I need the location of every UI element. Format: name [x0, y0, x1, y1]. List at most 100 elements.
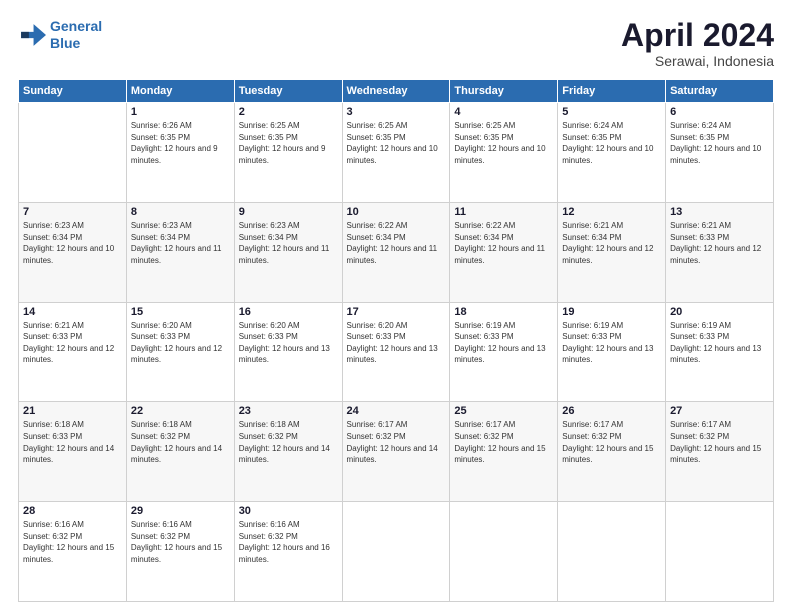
cell-info: Sunrise: 6:25 AM Sunset: 6:35 PM Dayligh… — [454, 120, 553, 166]
cell-info: Sunrise: 6:22 AM Sunset: 6:34 PM Dayligh… — [347, 220, 446, 266]
cell-info: Sunrise: 6:25 AM Sunset: 6:35 PM Dayligh… — [347, 120, 446, 166]
logo-general: General — [50, 18, 102, 34]
cell-1-3: 10 Sunrise: 6:22 AM Sunset: 6:34 PM Dayl… — [342, 202, 450, 302]
cell-1-0: 7 Sunrise: 6:23 AM Sunset: 6:34 PM Dayli… — [19, 202, 127, 302]
cell-info: Sunrise: 6:20 AM Sunset: 6:33 PM Dayligh… — [131, 320, 230, 366]
cell-info: Sunrise: 6:24 AM Sunset: 6:35 PM Dayligh… — [562, 120, 661, 166]
day-number: 24 — [347, 405, 446, 417]
day-number: 6 — [670, 106, 769, 118]
cell-info: Sunrise: 6:21 AM Sunset: 6:34 PM Dayligh… — [562, 220, 661, 266]
day-number: 18 — [454, 306, 553, 318]
cell-info: Sunrise: 6:17 AM Sunset: 6:32 PM Dayligh… — [347, 419, 446, 465]
cell-info: Sunrise: 6:18 AM Sunset: 6:32 PM Dayligh… — [131, 419, 230, 465]
cell-4-5 — [558, 502, 666, 602]
cell-2-0: 14 Sunrise: 6:21 AM Sunset: 6:33 PM Dayl… — [19, 302, 127, 402]
day-number: 22 — [131, 405, 230, 417]
cell-0-4: 4 Sunrise: 6:25 AM Sunset: 6:35 PM Dayli… — [450, 103, 558, 203]
cell-3-2: 23 Sunrise: 6:18 AM Sunset: 6:32 PM Dayl… — [234, 402, 342, 502]
cell-3-3: 24 Sunrise: 6:17 AM Sunset: 6:32 PM Dayl… — [342, 402, 450, 502]
cell-0-0 — [19, 103, 127, 203]
day-number: 21 — [23, 405, 122, 417]
cell-4-2: 30 Sunrise: 6:16 AM Sunset: 6:32 PM Dayl… — [234, 502, 342, 602]
cell-3-1: 22 Sunrise: 6:18 AM Sunset: 6:32 PM Dayl… — [126, 402, 234, 502]
cell-info: Sunrise: 6:23 AM Sunset: 6:34 PM Dayligh… — [131, 220, 230, 266]
cell-0-1: 1 Sunrise: 6:26 AM Sunset: 6:35 PM Dayli… — [126, 103, 234, 203]
header-thursday: Thursday — [450, 80, 558, 103]
day-number: 26 — [562, 405, 661, 417]
cell-2-4: 18 Sunrise: 6:19 AM Sunset: 6:33 PM Dayl… — [450, 302, 558, 402]
day-number: 2 — [239, 106, 338, 118]
day-number: 11 — [454, 206, 553, 218]
day-number: 29 — [131, 505, 230, 517]
header-tuesday: Tuesday — [234, 80, 342, 103]
cell-3-6: 27 Sunrise: 6:17 AM Sunset: 6:32 PM Dayl… — [666, 402, 774, 502]
page: General Blue April 2024 Serawai, Indones… — [0, 0, 792, 612]
day-number: 17 — [347, 306, 446, 318]
logo-icon — [18, 21, 46, 49]
day-number: 7 — [23, 206, 122, 218]
cell-2-6: 20 Sunrise: 6:19 AM Sunset: 6:33 PM Dayl… — [666, 302, 774, 402]
cell-2-1: 15 Sunrise: 6:20 AM Sunset: 6:33 PM Dayl… — [126, 302, 234, 402]
week-row-3: 21 Sunrise: 6:18 AM Sunset: 6:33 PM Dayl… — [19, 402, 774, 502]
cell-1-6: 13 Sunrise: 6:21 AM Sunset: 6:33 PM Dayl… — [666, 202, 774, 302]
week-row-0: 1 Sunrise: 6:26 AM Sunset: 6:35 PM Dayli… — [19, 103, 774, 203]
header-saturday: Saturday — [666, 80, 774, 103]
week-row-1: 7 Sunrise: 6:23 AM Sunset: 6:34 PM Dayli… — [19, 202, 774, 302]
cell-info: Sunrise: 6:20 AM Sunset: 6:33 PM Dayligh… — [239, 320, 338, 366]
cell-1-2: 9 Sunrise: 6:23 AM Sunset: 6:34 PM Dayli… — [234, 202, 342, 302]
cell-info: Sunrise: 6:20 AM Sunset: 6:33 PM Dayligh… — [347, 320, 446, 366]
cell-2-5: 19 Sunrise: 6:19 AM Sunset: 6:33 PM Dayl… — [558, 302, 666, 402]
cell-0-5: 5 Sunrise: 6:24 AM Sunset: 6:35 PM Dayli… — [558, 103, 666, 203]
logo-blue: Blue — [50, 35, 102, 52]
day-number: 25 — [454, 405, 553, 417]
cell-4-3 — [342, 502, 450, 602]
day-number: 12 — [562, 206, 661, 218]
cell-info: Sunrise: 6:22 AM Sunset: 6:34 PM Dayligh… — [454, 220, 553, 266]
day-number: 20 — [670, 306, 769, 318]
cell-info: Sunrise: 6:17 AM Sunset: 6:32 PM Dayligh… — [454, 419, 553, 465]
cell-3-5: 26 Sunrise: 6:17 AM Sunset: 6:32 PM Dayl… — [558, 402, 666, 502]
cell-info: Sunrise: 6:25 AM Sunset: 6:35 PM Dayligh… — [239, 120, 338, 166]
title-block: April 2024 Serawai, Indonesia — [621, 18, 774, 69]
main-title: April 2024 — [621, 18, 774, 53]
cell-1-1: 8 Sunrise: 6:23 AM Sunset: 6:34 PM Dayli… — [126, 202, 234, 302]
cell-info: Sunrise: 6:16 AM Sunset: 6:32 PM Dayligh… — [131, 519, 230, 565]
cell-3-0: 21 Sunrise: 6:18 AM Sunset: 6:33 PM Dayl… — [19, 402, 127, 502]
day-number: 3 — [347, 106, 446, 118]
cell-4-6 — [666, 502, 774, 602]
cell-0-3: 3 Sunrise: 6:25 AM Sunset: 6:35 PM Dayli… — [342, 103, 450, 203]
day-number: 30 — [239, 505, 338, 517]
cell-1-4: 11 Sunrise: 6:22 AM Sunset: 6:34 PM Dayl… — [450, 202, 558, 302]
day-number: 28 — [23, 505, 122, 517]
header-wednesday: Wednesday — [342, 80, 450, 103]
day-number: 5 — [562, 106, 661, 118]
cell-info: Sunrise: 6:16 AM Sunset: 6:32 PM Dayligh… — [239, 519, 338, 565]
day-number: 9 — [239, 206, 338, 218]
day-number: 23 — [239, 405, 338, 417]
cell-0-2: 2 Sunrise: 6:25 AM Sunset: 6:35 PM Dayli… — [234, 103, 342, 203]
day-number: 13 — [670, 206, 769, 218]
day-number: 4 — [454, 106, 553, 118]
day-number: 10 — [347, 206, 446, 218]
cell-info: Sunrise: 6:16 AM Sunset: 6:32 PM Dayligh… — [23, 519, 122, 565]
header-friday: Friday — [558, 80, 666, 103]
logo-text: General Blue — [50, 18, 102, 52]
cell-2-3: 17 Sunrise: 6:20 AM Sunset: 6:33 PM Dayl… — [342, 302, 450, 402]
day-number: 16 — [239, 306, 338, 318]
cell-1-5: 12 Sunrise: 6:21 AM Sunset: 6:34 PM Dayl… — [558, 202, 666, 302]
cell-info: Sunrise: 6:24 AM Sunset: 6:35 PM Dayligh… — [670, 120, 769, 166]
cell-info: Sunrise: 6:18 AM Sunset: 6:32 PM Dayligh… — [239, 419, 338, 465]
day-number: 1 — [131, 106, 230, 118]
header-sunday: Sunday — [19, 80, 127, 103]
calendar-table: Sunday Monday Tuesday Wednesday Thursday… — [18, 79, 774, 602]
header-monday: Monday — [126, 80, 234, 103]
cell-4-4 — [450, 502, 558, 602]
cell-info: Sunrise: 6:19 AM Sunset: 6:33 PM Dayligh… — [562, 320, 661, 366]
cell-info: Sunrise: 6:23 AM Sunset: 6:34 PM Dayligh… — [239, 220, 338, 266]
subtitle: Serawai, Indonesia — [621, 53, 774, 69]
cell-3-4: 25 Sunrise: 6:17 AM Sunset: 6:32 PM Dayl… — [450, 402, 558, 502]
cell-4-1: 29 Sunrise: 6:16 AM Sunset: 6:32 PM Dayl… — [126, 502, 234, 602]
cell-info: Sunrise: 6:21 AM Sunset: 6:33 PM Dayligh… — [23, 320, 122, 366]
cell-0-6: 6 Sunrise: 6:24 AM Sunset: 6:35 PM Dayli… — [666, 103, 774, 203]
cell-info: Sunrise: 6:21 AM Sunset: 6:33 PM Dayligh… — [670, 220, 769, 266]
